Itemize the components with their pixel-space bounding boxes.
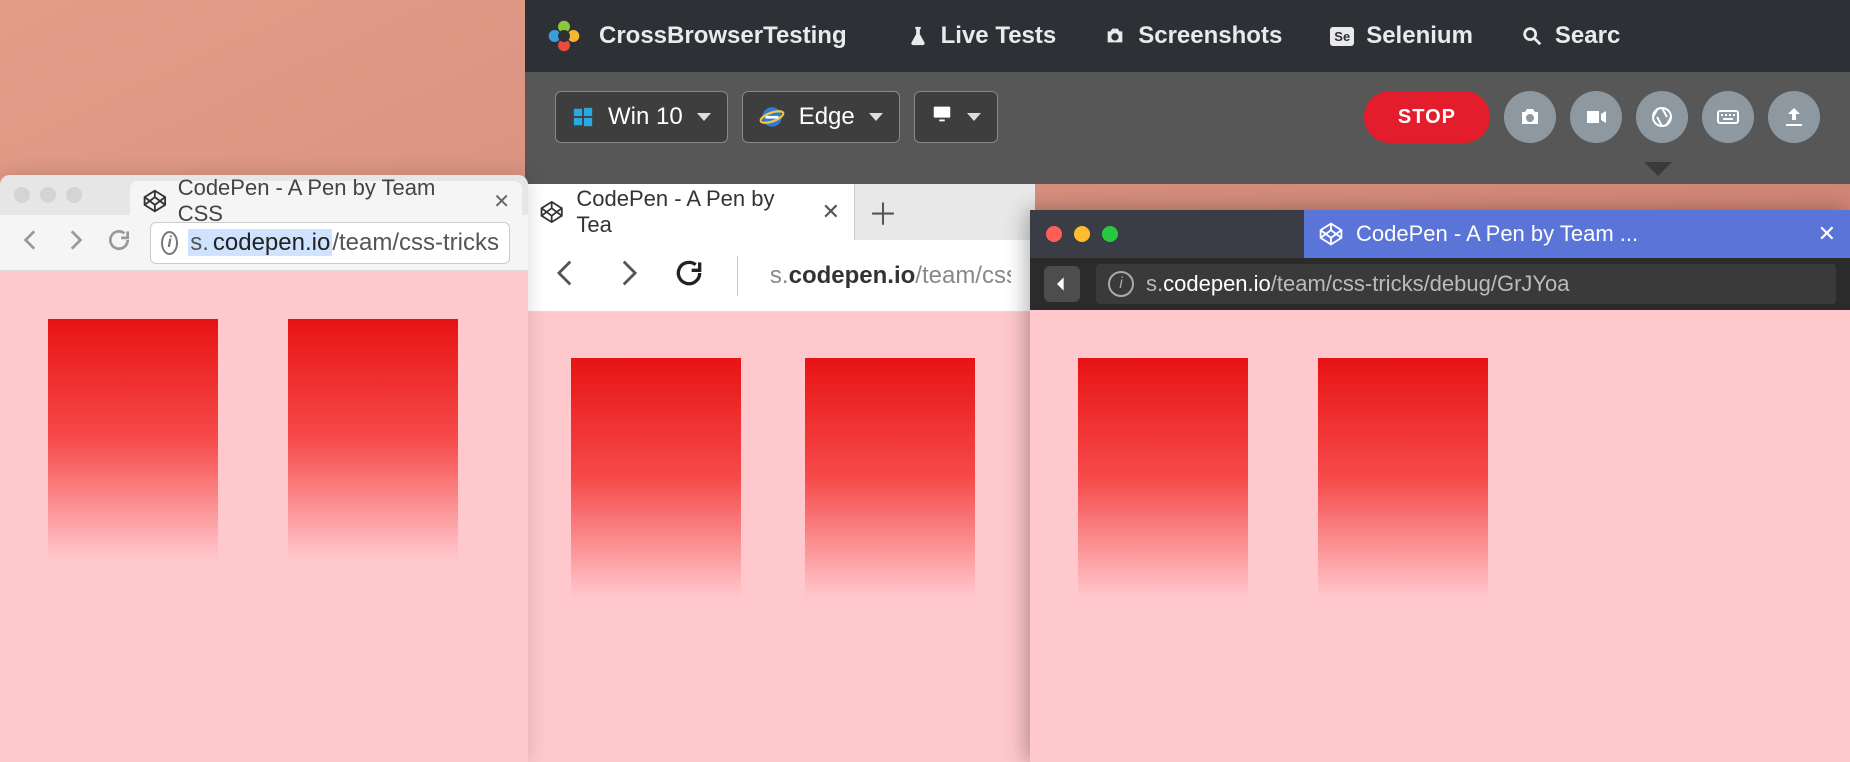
url-domain: codepen.io [789,262,916,289]
camera-icon [1518,105,1542,129]
resolution-dropdown[interactable] [914,91,998,143]
edge-tab[interactable]: CodePen - A Pen by Tea ✕ [525,184,855,240]
codepen-icon [539,199,564,225]
os-dropdown[interactable]: Win 10 [555,91,728,143]
info-icon[interactable]: i [1108,271,1134,297]
os-label: Win 10 [608,103,683,131]
url-path: /team/css-tricks/debug/GrJYoa [1271,271,1570,296]
gradient-box [1078,358,1248,758]
traffic-light-max[interactable] [1102,226,1118,242]
traffic-light-close[interactable] [14,187,30,203]
back-button[interactable] [18,227,44,258]
traffic-light-close[interactable] [1046,226,1062,242]
close-icon[interactable]: ✕ [493,189,510,214]
codepen-icon [1318,221,1344,247]
edge-icon [759,104,785,130]
network-button[interactable] [1636,91,1688,143]
firefox-address-bar[interactable]: i s.codepen.io/team/css-tricks/debug/GrJ… [1096,264,1836,304]
url-path: /team/css-t [915,262,1011,289]
record-button[interactable] [1570,91,1622,143]
chrome-page-content [0,271,528,762]
cbt-brand-label: CrossBrowserTesting [599,22,847,50]
firefox-page-content [1030,310,1850,762]
edge-address-bar[interactable]: s.codepen.io/team/css-t [770,262,1011,290]
traffic-light-min[interactable] [40,187,56,203]
nav-live-tests[interactable]: Live Tests [907,22,1057,50]
nav-screenshots-label: Screenshots [1138,22,1282,50]
video-icon [1584,105,1608,129]
nav-search[interactable]: Searc [1521,22,1620,50]
back-button[interactable] [1044,266,1080,302]
chrome-tab[interactable]: CodePen - A Pen by Team CSS ✕ [130,181,522,221]
chrome-tab-title: CodePen - A Pen by Team CSS [178,175,484,227]
close-icon[interactable]: ✕ [822,199,840,225]
new-tab-button[interactable]: ＋ [855,184,911,240]
edge-toolbar: s.codepen.io/team/css-t [525,240,1035,312]
chevron-down-icon [869,113,883,121]
url-prefix: s. [770,262,789,289]
chrome-address-bar[interactable]: i s.codepen.io/team/css-tricks [150,222,510,264]
cbt-logo-icon [547,19,581,53]
windows-icon [572,106,594,128]
stop-label: STOP [1398,106,1456,129]
edge-tabstrip: CodePen - A Pen by Tea ✕ ＋ [525,184,1035,240]
forward-button[interactable] [62,227,88,258]
firefox-titlebar: CodePen - A Pen by Team ... ✕ [1030,210,1850,258]
separator [737,256,738,296]
gradient-box [48,319,218,719]
refresh-button[interactable] [106,227,132,258]
firefox-browser-window: CodePen - A Pen by Team ... ✕ i s.codepe… [1030,210,1850,762]
nav-live-label: Live Tests [941,22,1057,50]
traffic-light-max[interactable] [66,187,82,203]
traffic-light-min[interactable] [1074,226,1090,242]
chevron-down-icon [967,113,981,121]
monitor-icon [931,103,953,132]
nav-selenium[interactable]: Se Selenium [1330,22,1473,50]
url-prefix: s. [188,229,211,256]
stop-button[interactable]: STOP [1364,91,1490,143]
upload-button[interactable] [1768,91,1820,143]
edge-browser-window: CodePen - A Pen by Tea ✕ ＋ s.codepen.io/… [525,184,1035,762]
codepen-icon [142,188,168,214]
firefox-tab-title: CodePen - A Pen by Team ... [1356,221,1638,247]
gradient-box [571,358,741,758]
nav-screenshots[interactable]: Screenshots [1104,22,1282,50]
url-prefix: s. [1146,271,1163,296]
back-button[interactable] [549,256,583,295]
url-path: /team/css-tricks [332,229,499,256]
nav-selenium-label: Selenium [1366,22,1473,50]
snapshot-button[interactable] [1504,91,1556,143]
chevron-down-icon [697,113,711,121]
keyboard-button[interactable] [1702,91,1754,143]
flask-icon [907,25,929,47]
edge-tab-title: CodePen - A Pen by Tea [576,186,809,238]
camera-icon [1104,25,1126,47]
chrome-browser-window: CodePen - A Pen by Team CSS ✕ i s.codepe… [0,175,528,762]
close-icon[interactable]: ✕ [1818,221,1836,247]
refresh-button[interactable] [673,257,705,294]
selenium-badge-icon: Se [1330,27,1354,46]
firefox-toolbar: i s.codepen.io/team/css-tricks/debug/GrJ… [1030,258,1850,310]
url-domain: codepen.io [211,229,332,256]
gradient-box [288,319,458,719]
gradient-box [805,358,975,758]
forward-button[interactable] [611,256,645,295]
edge-page-content [525,312,1035,762]
firefox-tab[interactable]: CodePen - A Pen by Team ... ✕ [1304,210,1850,258]
cbt-topbar: CrossBrowserTesting Live Tests Screensho… [525,0,1850,72]
browser-dropdown[interactable]: Edge [742,91,900,143]
search-icon [1521,25,1543,47]
url-domain: codepen.io [1163,271,1271,296]
nav-search-label: Searc [1555,22,1620,50]
info-icon[interactable]: i [161,231,178,255]
keyboard-icon [1716,105,1740,129]
aperture-icon [1650,105,1674,129]
toolbar-lip [525,162,1850,184]
upload-icon [1782,105,1806,129]
cbt-toolbar: Win 10 Edge STOP [525,72,1850,162]
browser-label: Edge [799,103,855,131]
gradient-box [1318,358,1488,758]
